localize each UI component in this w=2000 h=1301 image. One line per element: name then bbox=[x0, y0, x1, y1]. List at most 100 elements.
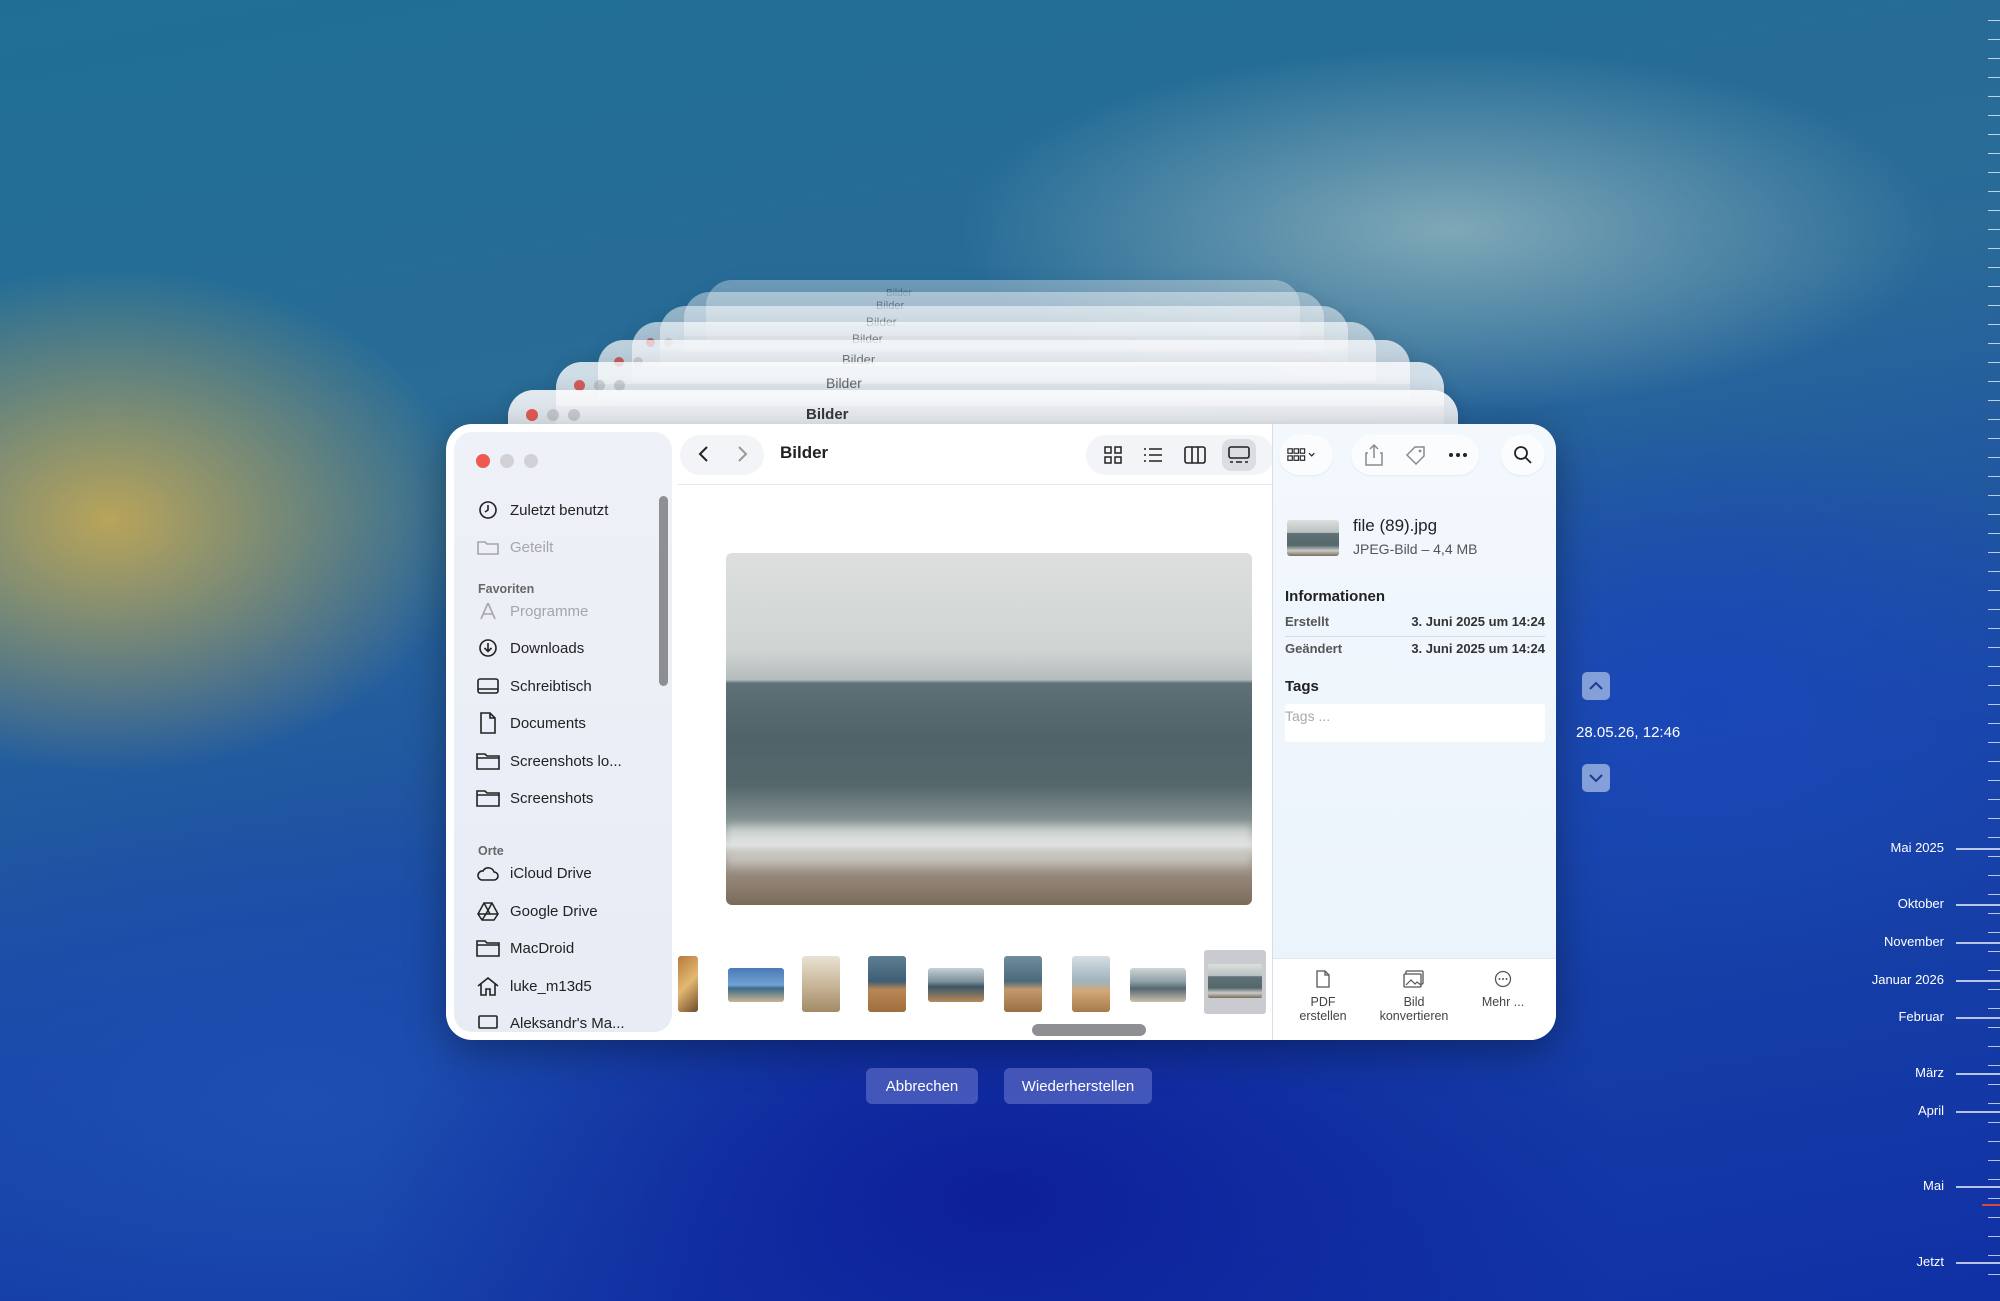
sidebar-item-label: Geteilt bbox=[510, 538, 554, 556]
timeline-tick bbox=[1988, 39, 2000, 40]
share-button[interactable] bbox=[1359, 440, 1389, 470]
more-options-button[interactable] bbox=[1443, 440, 1473, 470]
preview-image[interactable] bbox=[726, 553, 1252, 905]
timeline-tick bbox=[1988, 970, 2000, 971]
sidebar-item-macdroid[interactable]: MacDroid bbox=[476, 934, 574, 962]
timeline-major-tick bbox=[1956, 848, 2000, 850]
gallery-icon bbox=[1228, 446, 1250, 463]
sidebar-item-home[interactable]: luke_m13d5 bbox=[476, 972, 592, 1000]
timeline[interactable]: Mai 2025 Oktober November Januar 2026 Fe… bbox=[1800, 0, 2000, 1301]
back-button[interactable] bbox=[688, 438, 720, 470]
zoom-button[interactable] bbox=[524, 454, 538, 468]
timeline-label[interactable]: April bbox=[1918, 1103, 1944, 1118]
share-icon bbox=[1365, 444, 1383, 466]
sidebar-item-screenshots[interactable]: Screenshots bbox=[476, 784, 593, 812]
timeline-tick bbox=[1988, 685, 2000, 686]
timeline-tick bbox=[1988, 324, 2000, 325]
thumbnail bbox=[1208, 964, 1262, 998]
info-value: 3. Juni 2025 um 14:24 bbox=[1411, 614, 1545, 629]
group-grid-icon bbox=[1287, 448, 1315, 461]
tags-field[interactable]: Tags ... bbox=[1285, 704, 1545, 742]
tag-button[interactable] bbox=[1401, 440, 1431, 470]
timeline-tick bbox=[1988, 894, 2000, 895]
restore-button[interactable]: Wiederherstellen bbox=[1004, 1068, 1152, 1104]
timeline-label[interactable]: Jetzt bbox=[1917, 1254, 1944, 1269]
timeline-label[interactable]: Februar bbox=[1898, 1009, 1944, 1024]
timeline-tick bbox=[1988, 343, 2000, 344]
sidebar-item-label: Aleksandr's Ma... bbox=[510, 1014, 625, 1032]
sidebar-item-label: iCloud Drive bbox=[510, 864, 592, 882]
timeline-tick bbox=[1988, 951, 2000, 952]
sidebar-item-screenshots-lo[interactable]: Screenshots lo... bbox=[476, 747, 622, 775]
sidebar-item-label: Screenshots lo... bbox=[510, 752, 622, 770]
file-name: file (89).jpg bbox=[1353, 516, 1438, 535]
sidebar-item-desktop[interactable]: Schreibtisch bbox=[476, 672, 592, 700]
sidebar: Zuletzt benutzt Geteilt Favoriten Progra… bbox=[454, 432, 672, 1032]
older-snapshot-button[interactable] bbox=[1582, 764, 1610, 792]
sidebar-item-label: Google Drive bbox=[510, 902, 598, 920]
close-button[interactable] bbox=[476, 454, 490, 468]
thumbnail[interactable] bbox=[1072, 956, 1110, 1012]
places-header: Orte bbox=[478, 844, 504, 858]
more-circle-icon bbox=[1494, 970, 1512, 988]
timeline-label[interactable]: Mai bbox=[1923, 1178, 1944, 1193]
thumbnail[interactable] bbox=[1130, 968, 1186, 1002]
icon-view-button[interactable] bbox=[1096, 439, 1130, 471]
sidebar-item-downloads[interactable]: Downloads bbox=[476, 634, 584, 662]
timeline-tick bbox=[1988, 77, 2000, 78]
sidebar-item-label: Zuletzt benutzt bbox=[510, 501, 609, 519]
more-actions-button[interactable]: Mehr ... bbox=[1473, 967, 1533, 1009]
action-label: erstellen bbox=[1299, 1009, 1347, 1023]
sidebar-item-recent[interactable]: Zuletzt benutzt bbox=[476, 496, 608, 524]
sidebar-item-laptop[interactable]: Aleksandr's Ma... bbox=[476, 1009, 625, 1032]
thumbnail[interactable] bbox=[728, 968, 784, 1002]
desktop-icon bbox=[476, 674, 500, 698]
timeline-label[interactable]: Oktober bbox=[1898, 896, 1944, 911]
home-icon bbox=[476, 974, 500, 998]
thumbnail[interactable] bbox=[802, 956, 840, 1012]
columns-icon bbox=[1184, 446, 1206, 464]
thumbnail[interactable] bbox=[678, 956, 698, 1012]
sidebar-item-programme[interactable]: Programme bbox=[476, 597, 588, 625]
timeline-major-tick bbox=[1956, 1073, 2000, 1075]
image-convert-icon bbox=[1403, 970, 1424, 988]
timeline-label[interactable]: Januar 2026 bbox=[1872, 972, 1944, 987]
thumbnail-selected[interactable] bbox=[1204, 950, 1266, 1014]
timeline-tick bbox=[1988, 58, 2000, 59]
sidebar-item-icloud[interactable]: iCloud Drive bbox=[476, 859, 592, 887]
forward-button[interactable] bbox=[726, 438, 758, 470]
search-button[interactable] bbox=[1508, 440, 1538, 470]
timeline-major-tick bbox=[1956, 1111, 2000, 1113]
thumbnail[interactable] bbox=[868, 956, 906, 1012]
timeline-tick bbox=[1988, 1027, 2000, 1028]
tags-placeholder: Tags ... bbox=[1285, 708, 1331, 724]
timeline-tick bbox=[1988, 1103, 2000, 1104]
file-thumbnail bbox=[1287, 520, 1339, 556]
timeline-label[interactable]: März bbox=[1915, 1065, 1944, 1080]
timeline-tick bbox=[1988, 609, 2000, 610]
newer-snapshot-button[interactable] bbox=[1582, 672, 1610, 700]
sidebar-item-label: Programme bbox=[510, 602, 589, 620]
timeline-label[interactable]: November bbox=[1884, 934, 1944, 949]
sidebar-item-shared[interactable]: Geteilt bbox=[476, 533, 553, 561]
timeline-tick bbox=[1988, 590, 2000, 591]
timeline-tick bbox=[1988, 457, 2000, 458]
list-view-button[interactable] bbox=[1136, 439, 1170, 471]
thumbnail[interactable] bbox=[1004, 956, 1042, 1012]
sidebar-item-documents[interactable]: Documents bbox=[476, 709, 586, 737]
group-button[interactable] bbox=[1287, 440, 1317, 470]
horizontal-scrollbar[interactable] bbox=[1032, 1024, 1146, 1036]
sidebar-scrollbar[interactable] bbox=[659, 496, 668, 686]
create-pdf-button[interactable]: PDF erstellen bbox=[1293, 967, 1353, 1023]
timeline-tick bbox=[1988, 286, 2000, 287]
thumbnail[interactable] bbox=[928, 968, 984, 1002]
cancel-button[interactable]: Abbrechen bbox=[866, 1068, 978, 1104]
timeline-label[interactable]: Mai 2025 bbox=[1891, 840, 1944, 855]
sidebar-item-google-drive[interactable]: Google Drive bbox=[476, 897, 598, 925]
minimize-button[interactable] bbox=[500, 454, 514, 468]
pdf-document-icon bbox=[1316, 970, 1330, 988]
convert-image-button[interactable]: Bild konvertieren bbox=[1369, 967, 1459, 1023]
sidebar-item-label: luke_m13d5 bbox=[510, 977, 592, 995]
column-view-button[interactable] bbox=[1178, 439, 1212, 471]
gallery-view-button[interactable] bbox=[1222, 439, 1256, 471]
